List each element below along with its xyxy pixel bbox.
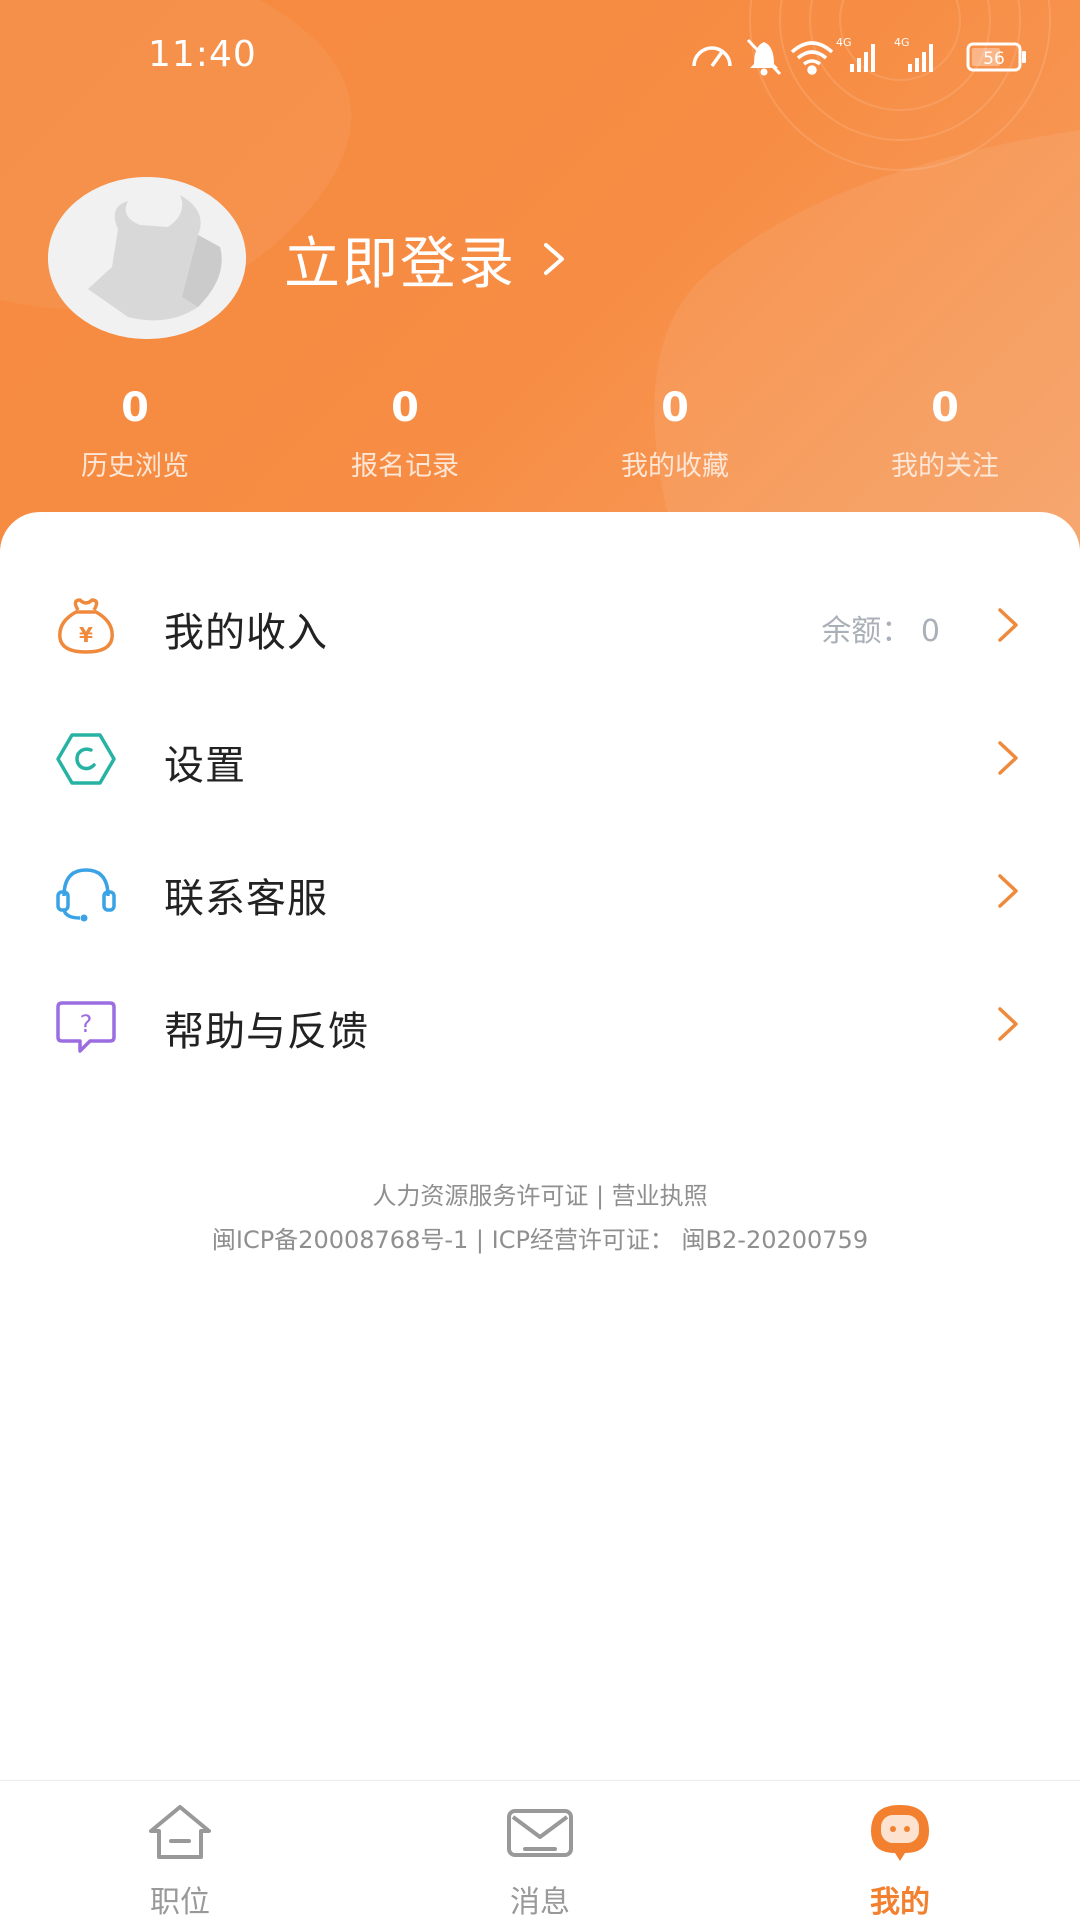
chevron-right-icon (998, 1007, 1018, 1041)
stat-label: 我的关注 (891, 451, 999, 482)
chevron-right-icon (998, 741, 1018, 775)
headset-icon (56, 868, 116, 922)
mascot-icon (871, 1805, 929, 1861)
stat-label: 报名记录 (351, 451, 459, 482)
speed-icon (692, 46, 732, 68)
menu-label: 设置 (164, 743, 246, 789)
avatar[interactable] (48, 177, 246, 339)
status-icons: 4G 4G 56 (692, 36, 1026, 76)
stat-label: 我的收藏 (621, 451, 729, 482)
battery-icon: 56 (966, 42, 1026, 72)
login-button[interactable]: 立即登录 (284, 224, 570, 297)
stat-value: 0 (391, 385, 419, 431)
chevron-right-icon (998, 874, 1018, 908)
stat-value: 0 (931, 385, 959, 431)
stats-row: 0 历史浏览 0 报名记录 0 我的收藏 0 我的关注 (0, 380, 1080, 490)
bull-avatar-icon (48, 177, 246, 339)
home-icon (149, 1805, 211, 1859)
menu-item-customer-service[interactable]: 联系客服 (0, 826, 1080, 958)
profile-header: 11:40 4G 4G 56 立即登录 0 历史浏览 0 报名记录 0 我的收藏… (0, 0, 1080, 560)
bell-muted-icon (746, 38, 782, 76)
tab-label: 我的 (870, 1885, 930, 1920)
menu-label: 我的收入 (164, 610, 328, 656)
menu-label: 联系客服 (164, 876, 328, 922)
status-time: 11:40 (148, 34, 257, 75)
stat-signups[interactable]: 0 报名记录 (270, 380, 540, 483)
menu-item-help-feedback[interactable]: ? 帮助与反馈 (0, 959, 1080, 1091)
signal-icon-2: 4G (894, 36, 933, 72)
balance-text: 余额： 0 (821, 614, 940, 649)
svg-text:¥: ¥ (79, 623, 93, 647)
bottom-tab-bar: 职位 消息 我的 (0, 1780, 1080, 1921)
menu-label: 帮助与反馈 (164, 1009, 369, 1055)
stat-following[interactable]: 0 我的关注 (810, 380, 1080, 483)
menu-item-settings[interactable]: 设置 (0, 693, 1080, 825)
stat-value: 0 (661, 385, 689, 431)
stat-history[interactable]: 0 历史浏览 (0, 380, 270, 483)
status-bar: 11:40 4G 4G 56 (0, 0, 1080, 110)
stat-value: 0 (121, 385, 149, 431)
login-label: 立即登录 (284, 231, 516, 297)
tab-mine[interactable]: 我的 (720, 1781, 1080, 1921)
money-bag-icon: ¥ (58, 598, 114, 654)
tab-label: 职位 (150, 1885, 210, 1920)
license-links[interactable]: 人力资源服务许可证 | 营业执照 (0, 1176, 1080, 1211)
wifi-icon (790, 41, 834, 75)
svg-text:?: ? (80, 1010, 93, 1038)
signal-icon: 4G (836, 36, 875, 72)
svg-text:4G: 4G (836, 36, 852, 49)
content-sheet: ¥ 我的收入 余额： 0 设置 联系客服 ? 帮助与反馈 人力资源服务许可证 |… (0, 512, 1080, 1780)
chevron-right-icon (998, 608, 1018, 642)
stat-label: 历史浏览 (81, 451, 189, 482)
chevron-right-icon (544, 243, 564, 275)
settings-icon (56, 733, 116, 785)
tab-label: 消息 (510, 1885, 570, 1920)
menu-item-income[interactable]: ¥ 我的收入 余额： 0 (0, 560, 1080, 692)
icp-info: 闽ICP备20008768号-1 | ICP经营许可证： 闽B2-2020075… (211, 1226, 869, 1254)
mail-icon (507, 1809, 573, 1857)
tab-jobs[interactable]: 职位 (0, 1781, 360, 1921)
stat-favorites[interactable]: 0 我的收藏 (540, 380, 810, 483)
svg-text:56: 56 (983, 49, 1005, 69)
help-chat-icon: ? (56, 1001, 116, 1053)
svg-text:4G: 4G (894, 36, 910, 49)
tab-messages[interactable]: 消息 (360, 1781, 720, 1921)
